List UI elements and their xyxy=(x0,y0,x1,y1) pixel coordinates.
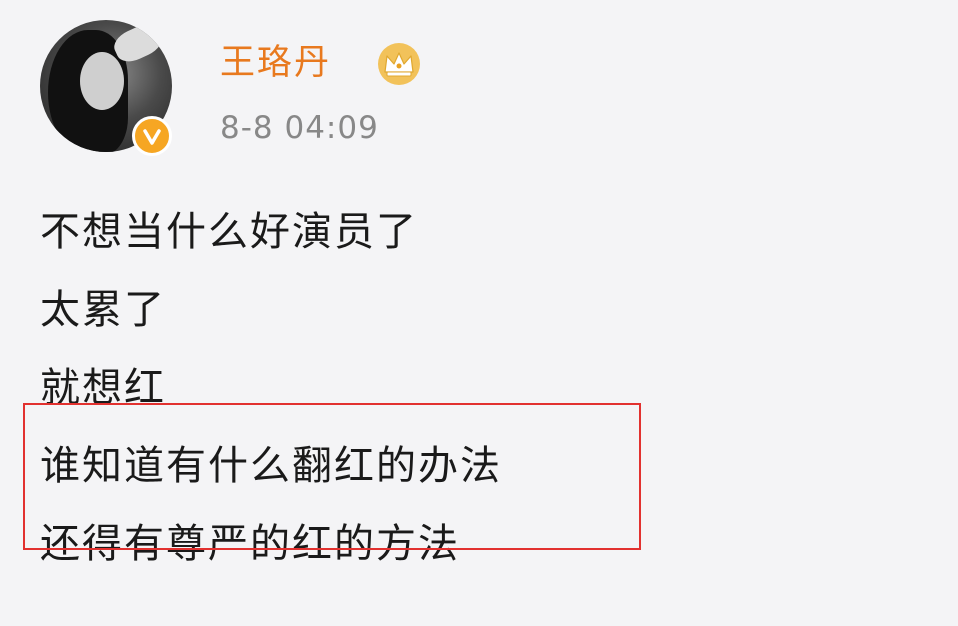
weibo-post: 王珞丹 8-8 04:09 不想当什么好演员了 太累了 就想红 谁知道有什么翻红… xyxy=(0,0,958,626)
verified-badge-icon xyxy=(132,116,172,156)
avatar-face xyxy=(80,52,124,110)
post-content: 不想当什么好演员了 太累了 就想红 谁知道有什么翻红的办法 还得有尊严的红的方法 xyxy=(40,193,740,583)
post-line: 不想当什么好演员了 xyxy=(40,209,418,255)
post-line: 太累了 xyxy=(40,287,166,333)
post-timestamp: 8-8 04:09 xyxy=(220,110,379,146)
v-check-icon xyxy=(143,129,161,145)
post-line: 就想红 xyxy=(40,365,166,411)
post-line-highlighted: 谁知道有什么翻红的办法 xyxy=(40,443,502,489)
author-name[interactable]: 王珞丹 xyxy=(220,40,331,86)
crown-icon[interactable] xyxy=(375,42,423,86)
post-line-highlighted: 还得有尊严的红的方法 xyxy=(40,521,460,567)
